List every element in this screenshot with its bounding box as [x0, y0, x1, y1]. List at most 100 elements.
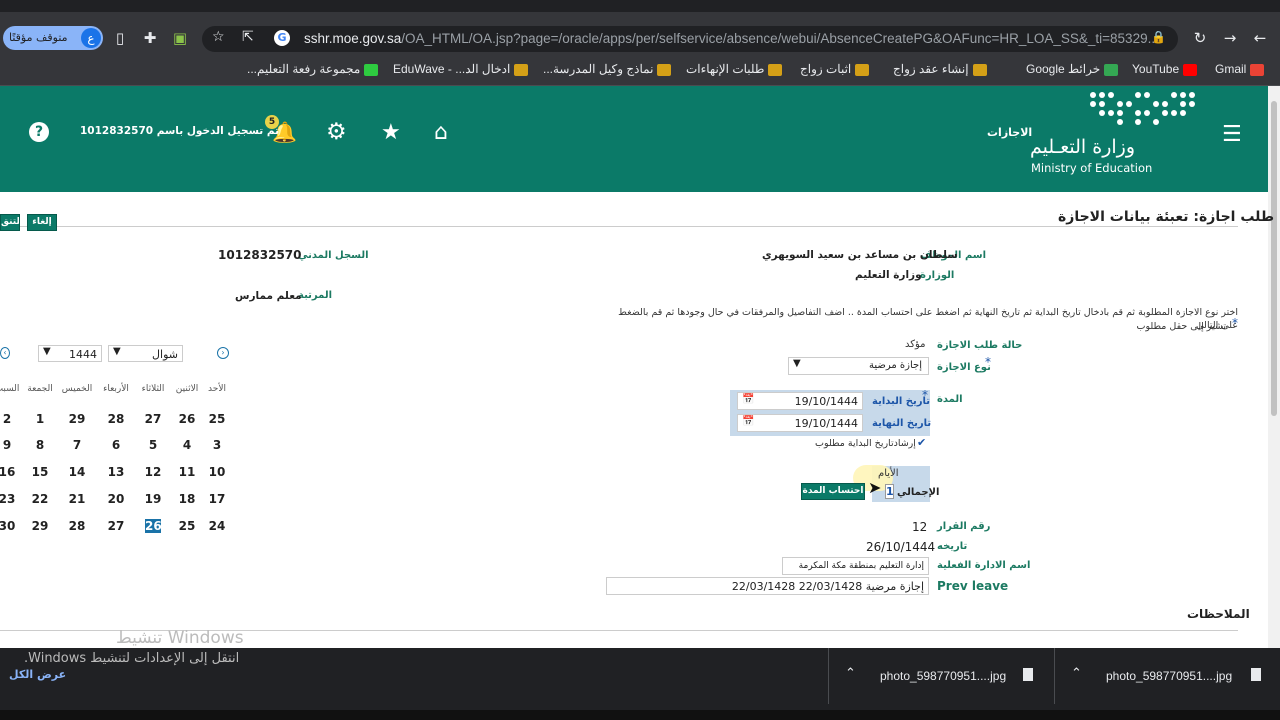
calendar-day[interactable]: 13: [100, 465, 132, 479]
calendar-day[interactable]: 27: [100, 519, 132, 533]
page-title: طلب اجازة: تعبئة بيانات الاجازة: [1058, 209, 1275, 225]
calendar-next-icon[interactable]: ‹: [0, 347, 10, 359]
calendar-day[interactable]: 26: [171, 412, 203, 426]
chevron-up-icon[interactable]: ⌃: [845, 666, 856, 681]
calendar-day[interactable]: 10: [201, 465, 233, 479]
decision-date-label: تاريخه: [937, 541, 968, 552]
profile-avatar: ع: [81, 28, 101, 48]
leave-type-select[interactable]: إجازة مرضية ▼: [788, 357, 929, 375]
extensions-icon[interactable]: ✚: [140, 28, 160, 48]
calendar-day[interactable]: 2: [0, 412, 23, 426]
calendar-day[interactable]: 8: [24, 438, 56, 452]
show-all-downloads[interactable]: عرض الكل: [9, 668, 66, 681]
ministry-name-ar: وزارة التعـليم: [1030, 136, 1136, 158]
calendar-day[interactable]: 16: [0, 465, 23, 479]
ministry-name-en: Ministry of Education: [1031, 161, 1153, 175]
calculate-duration-button[interactable]: احتساب المدة: [801, 483, 865, 500]
calendar-day[interactable]: 5: [137, 438, 169, 452]
calendar-day[interactable]: 25: [171, 519, 203, 533]
calendar-day[interactable]: 1: [24, 412, 56, 426]
calendar-year-select[interactable]: 1444 ▼: [38, 345, 102, 362]
extension-app-icon[interactable]: ▣: [170, 28, 190, 48]
bookmark-marriage-contract[interactable]: إنشاء عقد زواج: [893, 62, 987, 76]
duration-label: المدة: [937, 394, 963, 405]
admin-input[interactable]: إدارة التعليم بمنطقة مكة المكرمة: [782, 557, 929, 575]
share-icon[interactable]: ⇱: [242, 29, 254, 45]
calendar-day[interactable]: 29: [61, 412, 93, 426]
calendar-day[interactable]: 25: [201, 412, 233, 426]
download-item[interactable]: ⌃ photo_598770951....jpg: [828, 648, 1054, 704]
required-note: تشير إلى حقل مطلوب: [1136, 321, 1227, 332]
bookmark-icon: [855, 63, 870, 76]
calendar-day[interactable]: 15: [24, 465, 56, 479]
favorites-star-icon[interactable]: ★: [381, 120, 401, 145]
calendar-day[interactable]: 18: [171, 492, 203, 506]
home-icon[interactable]: ⌂: [434, 120, 448, 145]
weekday-header: الخميس: [61, 384, 93, 394]
leave-type-label: نوع الاجازة: [937, 362, 991, 373]
bookmark-maps[interactable]: خرائط Google: [1026, 62, 1119, 76]
ministry-logo-dots-icon: [1090, 92, 1195, 125]
sidebar-icon[interactable]: ▯: [110, 28, 130, 48]
calendar-day[interactable]: 11: [171, 465, 203, 479]
calendar-day[interactable]: 28: [100, 412, 132, 426]
file-icon: [1023, 668, 1033, 681]
calendar-day[interactable]: 14: [61, 465, 93, 479]
calendar-day[interactable]: 12: [137, 465, 169, 479]
bookmark-youtube[interactable]: YouTube: [1132, 62, 1198, 76]
bookmark-marriage-proof[interactable]: اثبات زواج: [800, 62, 870, 76]
prev-leave-label: Prev leave: [937, 579, 1009, 593]
bookmark-eduwave[interactable]: ادخال الد... - EduWave: [393, 62, 529, 76]
calendar-day[interactable]: 19: [137, 492, 169, 506]
hamburger-menu-icon[interactable]: ☰: [1222, 122, 1242, 147]
lock-icon[interactable]: 🔒: [1151, 30, 1166, 44]
calendar-day[interactable]: 24: [201, 519, 233, 533]
calendar-day[interactable]: 22: [24, 492, 56, 506]
start-date-input[interactable]: 19/10/1444 📅: [737, 392, 863, 410]
next-button[interactable]: التنق: [0, 214, 20, 231]
calendar-day[interactable]: 9: [0, 438, 23, 452]
calendar-day[interactable]: 23: [0, 492, 23, 506]
calendar-day-today[interactable]: 26: [145, 519, 162, 533]
cancel-button[interactable]: إلغاء: [27, 214, 57, 231]
bookmark-icon: [364, 63, 379, 76]
calendar-day[interactable]: 4: [171, 438, 203, 452]
bookmark-star-icon[interactable]: ☆: [212, 29, 225, 45]
site-header: ☰ وزارة التعـليم Ministry of Education ا…: [0, 86, 1268, 192]
calendar-day[interactable]: 3: [201, 438, 233, 452]
page-scrollbar[interactable]: [1268, 86, 1280, 648]
calendar-day[interactable]: 28: [61, 519, 93, 533]
end-date-input[interactable]: 19/10/1444 📅: [737, 414, 863, 432]
calendar-day[interactable]: 7: [61, 438, 93, 452]
chevron-up-icon[interactable]: ⌃: [1071, 666, 1082, 681]
calendar-month-select[interactable]: شوال ▼: [108, 345, 183, 362]
calendar-day[interactable]: 30: [0, 519, 23, 533]
calendar-day[interactable]: 17: [201, 492, 233, 506]
calendar-day[interactable]: 6: [100, 438, 132, 452]
bookmark-rifaa[interactable]: مجموعة رفعة التعليم...: [247, 62, 379, 76]
help-icon[interactable]: ?: [29, 122, 49, 142]
bookmark-terminations[interactable]: طلبات الإنهاءات: [686, 62, 783, 76]
calendar-icon[interactable]: 📅: [742, 416, 754, 427]
bookmark-icon: [657, 63, 672, 76]
settings-gear-icon[interactable]: ⚙: [326, 119, 347, 145]
back-icon[interactable]: ←: [1250, 28, 1270, 48]
calendar-day[interactable]: 20: [100, 492, 132, 506]
calendar-prev-icon[interactable]: ›: [217, 347, 229, 359]
weekday-header: الأربعاء: [103, 384, 129, 394]
bookmark-gmail[interactable]: Gmail: [1215, 62, 1265, 76]
download-item[interactable]: ⌃ photo_598770951....jpg: [1054, 648, 1268, 704]
calendar-day[interactable]: 27: [137, 412, 169, 426]
bookmark-school-forms[interactable]: نماذج وكيل المدرسة...: [543, 62, 672, 76]
scrollbar-thumb[interactable]: [1271, 101, 1277, 416]
decision-no-label: رقم القرار: [937, 521, 991, 532]
forward-icon[interactable]: →: [1220, 28, 1240, 48]
profile-button[interactable]: متوقف مؤقتًا ع: [3, 26, 103, 50]
calendar-day[interactable]: 21: [61, 492, 93, 506]
status-value: مؤكد: [905, 339, 926, 350]
prev-leave-input[interactable]: إجازة مرضية 22/03/1428 22/03/1428: [606, 577, 929, 595]
calendar-icon[interactable]: 📅: [742, 394, 754, 405]
address-bar[interactable]: ☆ ⇱ G sshr.moe.gov.sa/OA_HTML/OA.jsp?pag…: [202, 26, 1178, 52]
calendar-day[interactable]: 29: [24, 519, 56, 533]
reload-icon[interactable]: ↻: [1190, 28, 1210, 48]
